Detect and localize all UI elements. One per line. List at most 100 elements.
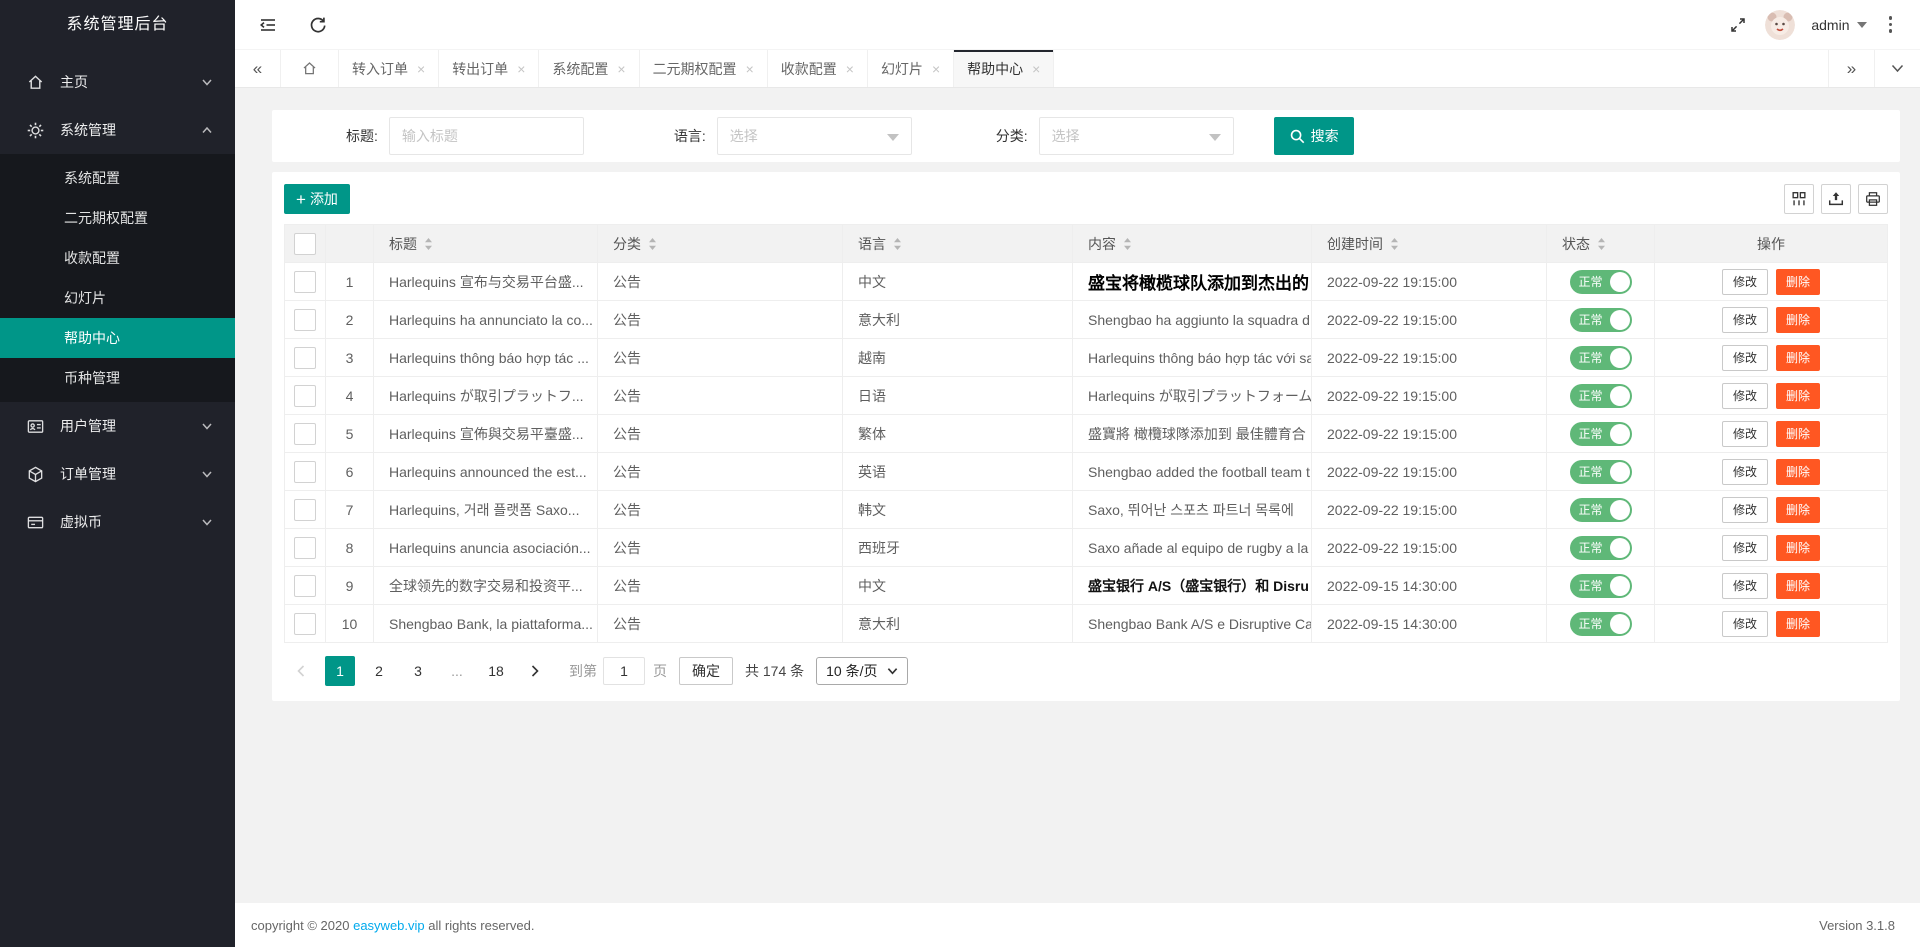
- close-icon[interactable]: ×: [746, 61, 754, 77]
- add-button[interactable]: + 添加: [284, 184, 350, 214]
- tabs-scroll-left-icon[interactable]: «: [235, 50, 281, 87]
- row-checkbox[interactable]: [294, 309, 316, 331]
- avatar[interactable]: [1765, 10, 1795, 40]
- status-toggle[interactable]: 正常: [1570, 308, 1632, 332]
- row-checkbox[interactable]: [294, 613, 316, 635]
- sort-icon[interactable]: [648, 237, 657, 251]
- delete-button[interactable]: 删除: [1776, 497, 1820, 523]
- columns-icon[interactable]: [1784, 184, 1814, 214]
- sort-icon[interactable]: [424, 237, 433, 251]
- edit-button[interactable]: 修改: [1722, 345, 1768, 371]
- edit-button[interactable]: 修改: [1722, 307, 1768, 333]
- close-icon[interactable]: ×: [1032, 61, 1040, 77]
- print-icon[interactable]: [1858, 184, 1888, 214]
- edit-button[interactable]: 修改: [1722, 269, 1768, 295]
- page-button-3[interactable]: 3: [403, 656, 433, 686]
- status-toggle[interactable]: 正常: [1570, 422, 1632, 446]
- jump-confirm-button[interactable]: 确定: [679, 657, 733, 685]
- category-select[interactable]: 选择: [1039, 117, 1234, 155]
- close-icon[interactable]: ×: [932, 61, 940, 77]
- edit-button[interactable]: 修改: [1722, 573, 1768, 599]
- footer-link[interactable]: easyweb.vip: [353, 918, 425, 933]
- row-checkbox[interactable]: [294, 271, 316, 293]
- sidebar-item-主页[interactable]: 主页: [0, 58, 235, 106]
- tab-home[interactable]: [281, 50, 339, 87]
- delete-button[interactable]: 删除: [1776, 611, 1820, 637]
- tabs-scroll-right-icon[interactable]: »: [1828, 50, 1874, 87]
- delete-button[interactable]: 删除: [1776, 573, 1820, 599]
- tab-二元期权配置[interactable]: 二元期权配置×: [640, 50, 768, 87]
- sort-icon[interactable]: [1390, 237, 1399, 251]
- status-toggle[interactable]: 正常: [1570, 346, 1632, 370]
- language-select[interactable]: 选择: [717, 117, 912, 155]
- export-icon[interactable]: [1821, 184, 1851, 214]
- sidebar-subitem-帮助中心[interactable]: 帮助中心: [0, 318, 235, 358]
- tab-系统配置[interactable]: 系统配置×: [539, 50, 639, 87]
- delete-button[interactable]: 删除: [1776, 345, 1820, 371]
- delete-button[interactable]: 删除: [1776, 269, 1820, 295]
- sidebar-item-系统管理[interactable]: 系统管理: [0, 106, 235, 154]
- delete-button[interactable]: 删除: [1776, 307, 1820, 333]
- edit-button[interactable]: 修改: [1722, 421, 1768, 447]
- title-filter-input[interactable]: [389, 117, 584, 155]
- sort-icon[interactable]: [893, 237, 902, 251]
- tabs-menu-icon[interactable]: [1874, 50, 1920, 87]
- edit-button[interactable]: 修改: [1722, 383, 1768, 409]
- tab-转入订单[interactable]: 转入订单×: [339, 50, 439, 87]
- row-checkbox[interactable]: [294, 423, 316, 445]
- delete-button[interactable]: 删除: [1776, 383, 1820, 409]
- close-icon[interactable]: ×: [417, 61, 425, 77]
- sidebar-subitem-幻灯片[interactable]: 幻灯片: [0, 278, 235, 318]
- close-icon[interactable]: ×: [517, 61, 525, 77]
- sidebar-item-用户管理[interactable]: 用户管理: [0, 402, 235, 450]
- status-toggle[interactable]: 正常: [1570, 574, 1632, 598]
- page-button-1[interactable]: 1: [325, 656, 355, 686]
- row-checkbox[interactable]: [294, 385, 316, 407]
- row-checkbox[interactable]: [294, 347, 316, 369]
- edit-button[interactable]: 修改: [1722, 459, 1768, 485]
- collapse-sidebar-icon[interactable]: [257, 14, 279, 36]
- sort-icon[interactable]: [1597, 237, 1606, 251]
- sidebar-item-订单管理[interactable]: 订单管理: [0, 450, 235, 498]
- row-checkbox[interactable]: [294, 537, 316, 559]
- sidebar-item-虚拟币[interactable]: 虚拟币: [0, 498, 235, 546]
- sidebar-subitem-系统配置[interactable]: 系统配置: [0, 158, 235, 198]
- status-toggle[interactable]: 正常: [1570, 612, 1632, 636]
- sidebar-subitem-二元期权配置[interactable]: 二元期权配置: [0, 198, 235, 238]
- row-checkbox[interactable]: [294, 499, 316, 521]
- per-page-select[interactable]: 10 条/页: [816, 657, 907, 685]
- status-toggle[interactable]: 正常: [1570, 460, 1632, 484]
- page-button-2[interactable]: 2: [364, 656, 394, 686]
- tab-帮助中心[interactable]: 帮助中心×: [954, 50, 1054, 87]
- sort-icon[interactable]: [1123, 237, 1132, 251]
- status-toggle[interactable]: 正常: [1570, 498, 1632, 522]
- tab-幻灯片[interactable]: 幻灯片×: [868, 50, 954, 87]
- row-checkbox[interactable]: [294, 461, 316, 483]
- delete-button[interactable]: 删除: [1776, 535, 1820, 561]
- edit-button[interactable]: 修改: [1722, 611, 1768, 637]
- search-button[interactable]: 搜索: [1274, 117, 1354, 155]
- refresh-icon[interactable]: [307, 14, 329, 36]
- page-jump-input[interactable]: [603, 657, 645, 685]
- edit-button[interactable]: 修改: [1722, 535, 1768, 561]
- tab-转出订单[interactable]: 转出订单×: [439, 50, 539, 87]
- page-button-18[interactable]: 18: [481, 656, 511, 686]
- sidebar-subitem-收款配置[interactable]: 收款配置: [0, 238, 235, 278]
- sidebar-subitem-币种管理[interactable]: 币种管理: [0, 358, 235, 398]
- admin-dropdown[interactable]: admin: [1811, 17, 1866, 33]
- page-next-icon[interactable]: [520, 656, 550, 686]
- row-checkbox[interactable]: [294, 575, 316, 597]
- select-all-checkbox[interactable]: [294, 233, 316, 255]
- close-icon[interactable]: ×: [617, 61, 625, 77]
- delete-button[interactable]: 删除: [1776, 459, 1820, 485]
- close-icon[interactable]: ×: [846, 61, 854, 77]
- tab-收款配置[interactable]: 收款配置×: [768, 50, 868, 87]
- more-icon[interactable]: [1883, 12, 1899, 37]
- status-toggle[interactable]: 正常: [1570, 536, 1632, 560]
- status-toggle[interactable]: 正常: [1570, 270, 1632, 294]
- fullscreen-icon[interactable]: [1727, 14, 1749, 36]
- page-prev-icon[interactable]: [286, 656, 316, 686]
- delete-button[interactable]: 删除: [1776, 421, 1820, 447]
- status-toggle[interactable]: 正常: [1570, 384, 1632, 408]
- edit-button[interactable]: 修改: [1722, 497, 1768, 523]
